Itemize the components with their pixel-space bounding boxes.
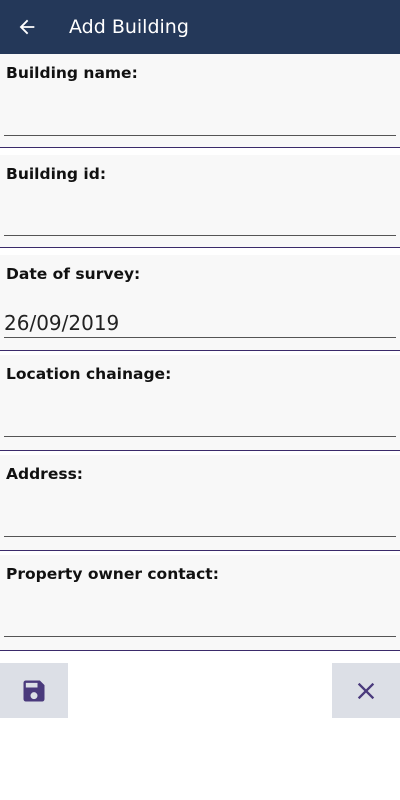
building-id-field: Building id: bbox=[0, 155, 400, 247]
close-icon bbox=[357, 682, 375, 699]
cancel-button[interactable] bbox=[332, 663, 400, 718]
divider bbox=[0, 350, 400, 351]
action-bar bbox=[0, 663, 400, 719]
page-title: Add Building bbox=[69, 16, 189, 38]
divider bbox=[0, 247, 400, 248]
date-of-survey-input[interactable]: 26/09/2019 bbox=[4, 301, 396, 338]
address-field: Address: bbox=[0, 455, 400, 550]
arrow-left-icon bbox=[19, 19, 35, 35]
date-of-survey-label: Date of survey: bbox=[6, 265, 141, 283]
divider bbox=[0, 550, 400, 551]
building-name-input[interactable] bbox=[4, 99, 396, 136]
save-button[interactable] bbox=[0, 663, 68, 718]
location-chainage-field: Location chainage: bbox=[0, 355, 400, 450]
divider bbox=[0, 650, 400, 651]
save-icon bbox=[23, 680, 45, 701]
building-name-field: Building name: bbox=[0, 54, 400, 147]
building-form: Building name: Building id: Date of surv… bbox=[0, 54, 400, 654]
back-button[interactable] bbox=[0, 0, 54, 54]
building-id-label: Building id: bbox=[6, 165, 107, 183]
property-owner-contact-input[interactable] bbox=[4, 600, 396, 637]
property-owner-contact-label: Property owner contact: bbox=[6, 565, 219, 583]
location-chainage-label: Location chainage: bbox=[6, 365, 172, 383]
property-owner-contact-field: Property owner contact: bbox=[0, 555, 400, 650]
divider bbox=[0, 147, 400, 148]
date-of-survey-field: Date of survey: 26/09/2019 bbox=[0, 255, 400, 350]
divider bbox=[0, 450, 400, 451]
building-id-input[interactable] bbox=[4, 199, 396, 236]
app-bar: Add Building bbox=[0, 0, 400, 54]
location-chainage-input[interactable] bbox=[4, 400, 396, 437]
address-label: Address: bbox=[6, 465, 83, 483]
address-input[interactable] bbox=[4, 500, 396, 537]
building-name-label: Building name: bbox=[6, 64, 138, 82]
